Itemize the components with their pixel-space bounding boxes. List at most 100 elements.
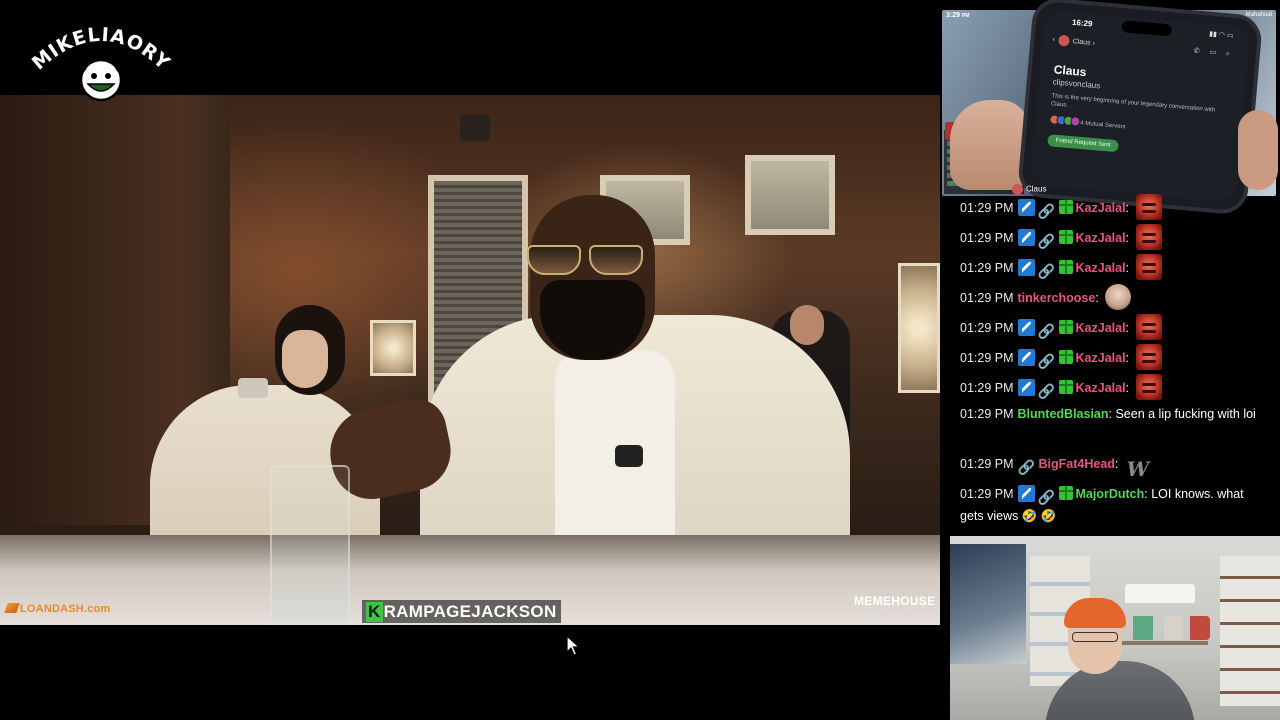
chat-username[interactable]: BluntedBlasian xyxy=(1018,407,1109,421)
moderator-badge-icon[interactable] xyxy=(1017,199,1035,216)
dynamic-island xyxy=(1121,20,1173,37)
chat-timestamp: 01:29 PM xyxy=(960,487,1014,501)
chat-message[interactable]: 01:29 PM 🔗 KazJalal: xyxy=(960,254,1270,280)
moderator-badge-icon[interactable] xyxy=(1017,349,1035,366)
woman-phone xyxy=(238,378,268,398)
gift-badge-icon[interactable] xyxy=(1058,350,1073,364)
friend-request-button: Friend Request Sent xyxy=(1047,134,1119,153)
chat-username[interactable]: KazJalal xyxy=(1076,231,1126,245)
gift-badge-icon[interactable] xyxy=(1058,200,1073,214)
chat-message[interactable]: 01:29 PM 🔗 KazJalal: xyxy=(960,194,1270,220)
gift-badge-icon[interactable] xyxy=(1058,230,1073,244)
server-icons xyxy=(1049,114,1081,128)
sponsor-logo: LOANDASH.com xyxy=(4,603,110,617)
sunglasses xyxy=(527,245,647,277)
gift-badge-icon[interactable] xyxy=(1058,380,1073,394)
back-arrow-icon: ‹ xyxy=(1052,36,1056,44)
mutual-servers: 4 Mutual Servers xyxy=(1049,114,1126,133)
chat-username[interactable]: BigFat4Head xyxy=(1039,457,1115,471)
gift-badge-icon[interactable] xyxy=(1058,320,1073,334)
red-face-emote-icon xyxy=(1135,194,1162,220)
air-conditioner xyxy=(1125,584,1195,606)
chat-message[interactable]: 01:29 PM 🔗 KazJalal: xyxy=(960,314,1270,340)
chat-separator: : xyxy=(1125,321,1133,335)
chat-message[interactable]: 01:29 PM 🔗 KazJalal: xyxy=(960,224,1270,250)
orange-beanie xyxy=(1064,598,1126,628)
w-emote-icon: W xyxy=(1126,457,1150,481)
face-emote-icon xyxy=(1105,284,1132,310)
chat-timestamp: 01:29 PM xyxy=(960,351,1014,365)
dm-header: ‹ Claus › xyxy=(1052,34,1096,48)
link-badge-icon[interactable]: 🔗 xyxy=(1038,353,1056,370)
chat-separator: : xyxy=(1125,231,1133,245)
wall-poster xyxy=(950,544,1026,664)
chat-username[interactable]: MajorDutch xyxy=(1076,487,1145,501)
moderator-badge-icon[interactable] xyxy=(1017,319,1035,336)
background-person-head xyxy=(790,305,824,345)
call-video-search-icons: ✆ ▭ ⌕ xyxy=(1193,47,1235,58)
wall-lamp xyxy=(460,115,490,141)
main-video-feed[interactable]: LOANDASH.com K RAMPAGEJACKSON MEMEHOUSE P… xyxy=(0,95,940,625)
bookshelf xyxy=(1220,556,1280,706)
moderator-badge-icon[interactable] xyxy=(1017,485,1035,502)
producer-logo: MEMEHOUSE PRODUCTIONS xyxy=(854,594,940,621)
link-badge-icon[interactable]: 🔗 xyxy=(1038,233,1056,250)
chat-username[interactable]: KazJalal xyxy=(1076,261,1126,275)
chat-message[interactable]: 01:29 PM 🔗 KazJalal: xyxy=(960,344,1270,370)
chat-separator: : xyxy=(1125,381,1133,395)
moderator-badge-icon[interactable] xyxy=(1017,379,1035,396)
chat-timestamp: 01:29 PM xyxy=(960,321,1014,335)
link-badge-icon[interactable]: 🔗 xyxy=(1038,383,1056,400)
profile-handle: clipsvonclaus xyxy=(1052,77,1101,91)
red-face-emote-icon xyxy=(1135,254,1162,280)
chat-timestamp: 01:29 PM xyxy=(960,407,1014,421)
link-badge-icon[interactable]: 🔗 xyxy=(1038,263,1056,280)
chat-message[interactable]: 01:29 PM BluntedBlasian: Seen a lip fucki… xyxy=(960,404,1270,424)
chat-timestamp: 01:29 PM xyxy=(960,291,1014,305)
red-face-emote-icon xyxy=(1135,374,1162,400)
chat-separator: : xyxy=(1125,201,1133,215)
link-badge-icon[interactable]: 🔗 xyxy=(1038,489,1056,506)
red-face-emote-icon xyxy=(1135,314,1162,340)
chat-text: Seen a lip fucking with loi xyxy=(1115,407,1256,421)
streamer-webcam[interactable] xyxy=(950,536,1280,720)
gift-badge-icon[interactable] xyxy=(1058,486,1073,500)
chat-message[interactable]: 01:29 PM 🔗 BigFat4Head: W xyxy=(960,454,1270,482)
chat-timestamp: 01:29 PM xyxy=(960,261,1014,275)
chat-username[interactable]: KazJalal xyxy=(1076,201,1126,215)
chat-separator: : xyxy=(1125,261,1133,275)
drink-glass xyxy=(270,465,350,625)
gift-badge-icon[interactable] xyxy=(1058,260,1073,274)
chat-username[interactable]: KazJalal xyxy=(1076,381,1126,395)
chat-timestamp: 01:29 PM xyxy=(960,381,1014,395)
guest-nameplate: K RAMPAGEJACKSON xyxy=(362,600,561,623)
chat-message[interactable]: 01:29 PM tinkerchoose: xyxy=(960,284,1270,310)
lit-frame xyxy=(898,263,940,393)
chat-message[interactable]: 01:29 PM 🔗 KazJalal: xyxy=(960,374,1270,400)
woman-face xyxy=(282,330,328,388)
chat-timestamp: 01:29 PM xyxy=(960,201,1014,215)
link-badge-icon[interactable]: 🔗 xyxy=(1038,323,1056,340)
moderator-badge-icon[interactable] xyxy=(1017,259,1035,276)
red-face-emote-icon xyxy=(1135,344,1162,370)
chat-username[interactable]: KazJalal xyxy=(1076,321,1126,335)
loandash-icon xyxy=(4,603,20,613)
avatar xyxy=(1058,34,1071,47)
chat-username[interactable]: KazJalal xyxy=(1076,351,1126,365)
chat-timestamp: 01:29 PM xyxy=(960,231,1014,245)
chat-timestamp: 01:29 PM xyxy=(960,457,1014,471)
chat-separator: : xyxy=(1095,291,1103,305)
chat-separator: : xyxy=(1125,351,1133,365)
link-badge-icon[interactable]: 🔗 xyxy=(1018,459,1036,476)
chat-separator: : xyxy=(1114,457,1122,471)
lapel-mic xyxy=(615,445,643,467)
chat-username[interactable]: tinkerchoose xyxy=(1018,291,1096,305)
moderator-badge-icon[interactable] xyxy=(1017,229,1035,246)
link-badge-icon[interactable]: 🔗 xyxy=(1038,203,1056,220)
mouse-cursor-icon xyxy=(566,635,580,656)
channel-logo: MIKELIAORY xyxy=(26,14,175,106)
building-window xyxy=(745,155,835,235)
phone-screen: 16:29 ▮▮ ◠ ▭ ‹ Claus › ✆ ▭ ⌕ Claus clipsv… xyxy=(1029,9,1251,203)
chat-message[interactable]: 01:29 PM 🔗 MajorDutch: LOI knows. what get… xyxy=(960,484,1270,526)
holding-hand xyxy=(950,100,1030,190)
